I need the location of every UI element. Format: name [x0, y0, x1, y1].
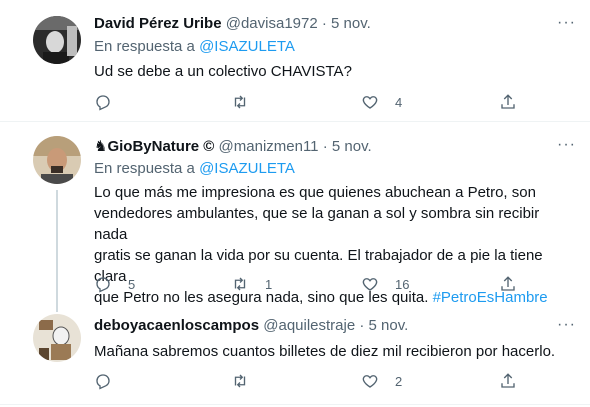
more-options-icon[interactable]: ···: [557, 316, 576, 334]
tweet-text: Ud se debe a un colectivo CHAVISTA?: [94, 63, 352, 80]
tweet-2[interactable]: ♞GioByNature © @manizmen11 · 5 nov. ··· …: [0, 122, 590, 306]
like-count: 16: [395, 276, 410, 292]
reply-icon: [96, 277, 110, 293]
share-icon: [501, 276, 515, 291]
tweet-header: deboyacaenloscampos @aquilestraje · 5 no…: [94, 317, 408, 334]
share-button[interactable]: [499, 93, 517, 111]
more-options-icon[interactable]: ···: [557, 14, 576, 32]
user-handle[interactable]: @davisa1972: [226, 15, 318, 32]
avatar-photo: [33, 314, 81, 362]
more-options-icon[interactable]: ···: [557, 136, 576, 154]
reply-icon: [96, 95, 110, 111]
reply-button[interactable]: 5: [94, 275, 135, 293]
like-button[interactable]: 2: [361, 372, 402, 390]
reply-context: En respuesta a @ISAZULETA: [94, 38, 295, 55]
thread-line: [56, 190, 58, 300]
tweet-text-line: Lo que más me impresiona es que quienes …: [94, 184, 536, 201]
tweet-header: David Pérez Uribe @davisa1972 · 5 nov.: [94, 15, 371, 32]
avatar[interactable]: [33, 314, 81, 362]
like-button[interactable]: 4: [361, 93, 402, 111]
avatar-photo: [33, 16, 81, 64]
heart-icon: [362, 96, 378, 109]
mention-link[interactable]: @ISAZULETA: [199, 38, 295, 55]
avatar[interactable]: [33, 136, 81, 184]
reply-context: En respuesta a @ISAZULETA: [94, 160, 295, 177]
avatar-photo: [33, 136, 81, 184]
retweet-count: 1: [265, 276, 273, 292]
tweet-time[interactable]: 5 nov.: [331, 15, 371, 32]
display-name[interactable]: deboyacaenloscampos: [94, 317, 259, 334]
share-button[interactable]: [499, 372, 517, 390]
reply-icon: [96, 374, 110, 390]
tweet-1[interactable]: David Pérez Uribe @davisa1972 · 5 nov. ·…: [0, 0, 590, 121]
avatar[interactable]: [33, 16, 81, 64]
tweet-time[interactable]: 5 nov.: [332, 138, 372, 155]
separator-dot: ·: [321, 15, 327, 32]
separator-dot: ·: [359, 317, 365, 334]
like-count: 2: [395, 373, 403, 389]
share-icon: [501, 373, 515, 388]
tweet-time[interactable]: 5 nov.: [369, 317, 409, 334]
reply-prefix: En respuesta a: [94, 38, 195, 55]
divider: [0, 404, 590, 405]
tweet-text-line: vendedores ambulantes, que se la ganan a…: [94, 205, 540, 243]
tweet-actions: 4: [94, 93, 524, 113]
retweet-icon: [234, 374, 246, 388]
retweet-icon: [234, 277, 246, 291]
retweet-button[interactable]: [231, 93, 249, 111]
reply-button[interactable]: [94, 93, 112, 111]
heart-icon: [362, 278, 378, 291]
tweet-3[interactable]: deboyacaenloscampos @aquilestraje · 5 no…: [0, 300, 590, 407]
reply-prefix: En respuesta a: [94, 160, 195, 177]
tweet-actions: 5 1 16: [94, 275, 524, 295]
retweet-button[interactable]: [231, 372, 249, 390]
like-count: 4: [395, 94, 403, 110]
share-icon: [501, 94, 515, 109]
tweet-text: Mañana sabremos cuantos billetes de diez…: [94, 343, 556, 360]
heart-icon: [362, 375, 378, 388]
thread-line: [56, 300, 58, 312]
display-name[interactable]: ♞GioByNature ©: [94, 138, 214, 155]
reply-count: 5: [128, 276, 136, 292]
retweet-icon: [234, 95, 246, 109]
tweet-actions: 2: [94, 372, 524, 392]
mention-link[interactable]: @ISAZULETA: [199, 160, 295, 177]
reply-button[interactable]: [94, 372, 112, 390]
like-button[interactable]: 16: [361, 275, 409, 293]
user-handle[interactable]: @manizmen11: [219, 138, 319, 155]
separator-dot: ·: [322, 138, 328, 155]
tweet-header: ♞GioByNature © @manizmen11 · 5 nov.: [94, 137, 372, 155]
retweet-button[interactable]: 1: [231, 275, 272, 293]
user-handle[interactable]: @aquilestraje: [263, 317, 355, 334]
share-button[interactable]: [499, 275, 517, 293]
display-name[interactable]: David Pérez Uribe: [94, 15, 222, 32]
